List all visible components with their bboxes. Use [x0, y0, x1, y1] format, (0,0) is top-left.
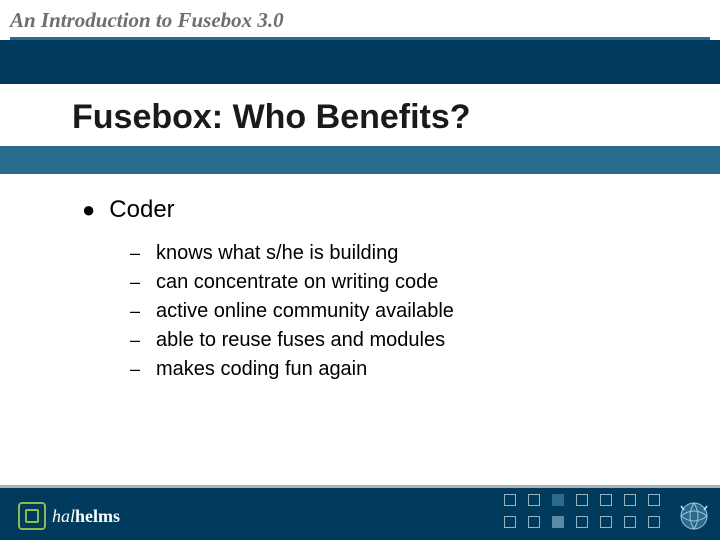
content-area: ● Coder – knows what s/he is building – …: [82, 196, 660, 387]
square-icon: [504, 494, 516, 506]
dash-icon: –: [130, 301, 140, 322]
slide: An Introduction to Fusebox 3.0 Fusebox: …: [0, 0, 720, 540]
square-icon: [576, 516, 588, 528]
square-icon: [600, 494, 612, 506]
bullet-main-text: Coder: [109, 196, 174, 224]
square-icon: [528, 516, 540, 528]
dash-icon: –: [130, 359, 140, 380]
square-icon: [504, 516, 516, 528]
square-icon: [600, 516, 612, 528]
square-icon: [552, 494, 564, 506]
slide-title: Fusebox: Who Benefits?: [72, 98, 471, 137]
sub-bullet-text: able to reuse fuses and modules: [156, 329, 445, 352]
header-band: [0, 40, 720, 84]
square-icon: [624, 494, 636, 506]
logo-text-part2: helms: [75, 506, 120, 526]
footer-squares-decoration: [504, 494, 664, 532]
dash-icon: –: [130, 272, 140, 293]
square-icon: [648, 516, 660, 528]
globe-icon: [678, 500, 710, 532]
square-icon: [648, 494, 660, 506]
square-icon: [624, 516, 636, 528]
square-icon: [528, 494, 540, 506]
list-item: – able to reuse fuses and modules: [130, 329, 660, 352]
header-title: An Introduction to Fusebox 3.0: [10, 8, 710, 33]
list-item: – can concentrate on writing code: [130, 271, 660, 294]
bullet-dot-icon: ●: [82, 199, 95, 221]
dash-icon: –: [130, 243, 140, 264]
footer: halhelms: [0, 488, 720, 540]
bullet-main: ● Coder: [82, 196, 660, 224]
square-icon: [576, 494, 588, 506]
square-icon: [552, 516, 564, 528]
list-item: – makes coding fun again: [130, 358, 660, 381]
dash-icon: –: [130, 330, 140, 351]
sub-bullet-list: – knows what s/he is building – can conc…: [130, 242, 660, 381]
title-accent-band: [0, 146, 720, 174]
logo-text-part1: hal: [52, 506, 75, 526]
sub-bullet-text: active online community available: [156, 300, 454, 323]
list-item: – active online community available: [130, 300, 660, 323]
logo-mark-icon: [18, 502, 46, 530]
sub-bullet-text: makes coding fun again: [156, 358, 367, 381]
sub-bullet-text: can concentrate on writing code: [156, 271, 438, 294]
list-item: – knows what s/he is building: [130, 242, 660, 265]
logo: halhelms: [18, 502, 120, 530]
sub-bullet-text: knows what s/he is building: [156, 242, 398, 265]
logo-text: halhelms: [52, 506, 120, 527]
